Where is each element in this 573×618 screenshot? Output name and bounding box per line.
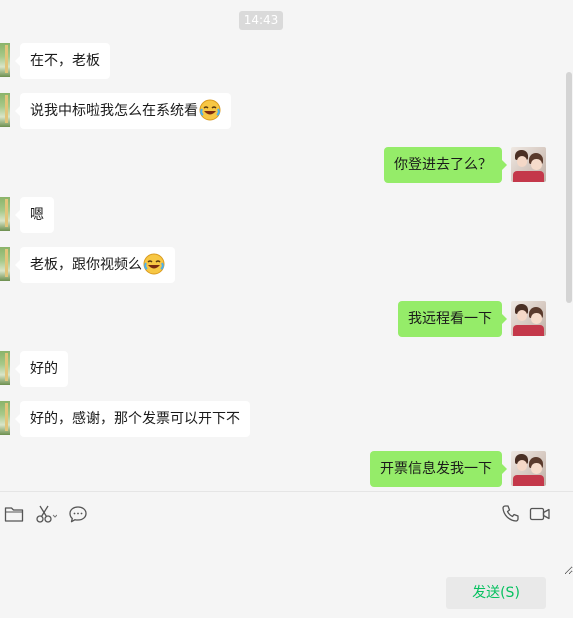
message-timestamp: 14:43 bbox=[239, 11, 283, 30]
contact-avatar[interactable] bbox=[0, 93, 10, 127]
incoming-message[interactable]: 老板，跟你视频么 bbox=[15, 247, 175, 283]
outgoing-message[interactable]: 你登进去了么？ bbox=[384, 147, 507, 183]
folder-icon[interactable] bbox=[3, 503, 25, 525]
message-text: 开票信息发我一下 bbox=[380, 461, 492, 477]
chat-window: 14:43 在不，老板 说我中标啦我怎么在系统看 你登进去了么？ 嗯 老板，跟你… bbox=[0, 0, 573, 618]
message-text: 说我中标啦我怎么在系统看 bbox=[30, 103, 198, 119]
incoming-message[interactable]: 嗯 bbox=[15, 197, 54, 233]
message-text: 在不，老板 bbox=[30, 53, 100, 69]
outgoing-message[interactable]: 我远程看一下 bbox=[398, 301, 507, 337]
laughing-crying-emoji-icon bbox=[199, 99, 221, 120]
send-button[interactable]: 发送(S) bbox=[446, 577, 546, 609]
incoming-message[interactable]: 说我中标啦我怎么在系统看 bbox=[15, 93, 231, 129]
contact-avatar[interactable] bbox=[0, 351, 10, 385]
toolbar-divider bbox=[0, 491, 573, 492]
message-text: 我远程看一下 bbox=[408, 311, 492, 327]
my-avatar[interactable] bbox=[511, 147, 546, 182]
phone-icon[interactable] bbox=[500, 503, 522, 525]
message-text: 好的，感谢，那个发票可以开下不 bbox=[30, 411, 240, 427]
message-list[interactable]: 14:43 在不，老板 说我中标啦我怎么在系统看 你登进去了么？ 嗯 老板，跟你… bbox=[0, 0, 573, 491]
message-text: 你登进去了么？ bbox=[394, 157, 492, 173]
my-avatar[interactable] bbox=[511, 301, 546, 336]
contact-avatar[interactable] bbox=[0, 197, 10, 231]
chat-bubble-icon[interactable] bbox=[67, 503, 89, 525]
incoming-message[interactable]: 在不，老板 bbox=[15, 43, 110, 79]
message-text: 老板，跟你视频么 bbox=[30, 257, 142, 273]
outgoing-message[interactable]: 开票信息发我一下 bbox=[370, 451, 507, 487]
contact-avatar[interactable] bbox=[0, 43, 10, 77]
incoming-message[interactable]: 好的 bbox=[15, 351, 68, 387]
contact-avatar[interactable] bbox=[0, 401, 10, 435]
message-text: 好的 bbox=[30, 361, 58, 377]
incoming-message[interactable]: 好的，感谢，那个发票可以开下不 bbox=[15, 401, 250, 437]
video-camera-icon[interactable] bbox=[529, 503, 551, 525]
message-text: 嗯 bbox=[30, 207, 44, 223]
contact-avatar[interactable] bbox=[0, 247, 10, 281]
message-input[interactable] bbox=[0, 535, 573, 575]
my-avatar[interactable] bbox=[511, 451, 546, 486]
scissors-icon[interactable] bbox=[35, 503, 57, 525]
message-scrollbar[interactable] bbox=[566, 72, 572, 303]
laughing-crying-emoji-icon bbox=[143, 253, 165, 274]
